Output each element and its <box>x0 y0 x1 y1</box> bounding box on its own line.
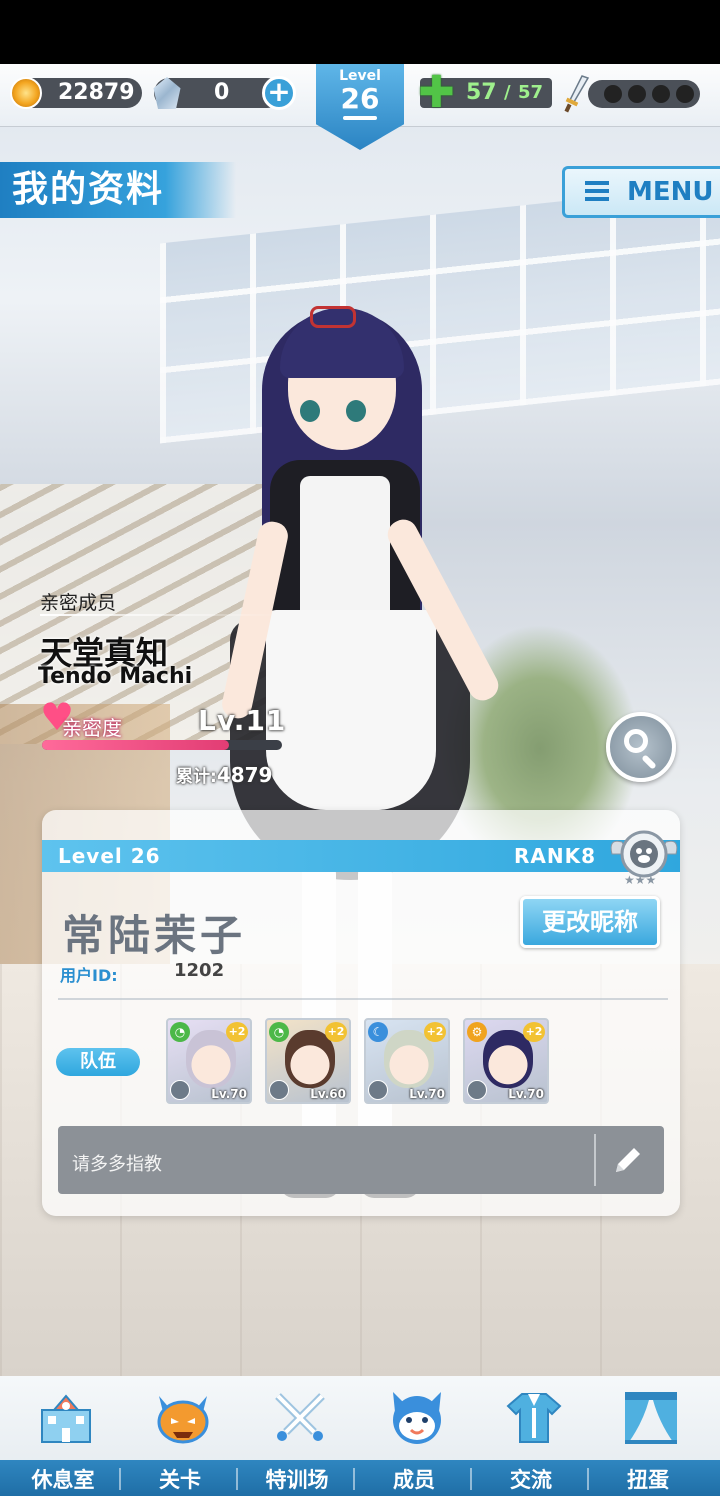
member-level: Lv.60 <box>310 1087 346 1101</box>
action-point-dot <box>628 85 646 103</box>
nav-label: 交流 <box>510 1468 552 1492</box>
user-id-label: 用户ID: <box>60 966 118 985</box>
cat-mascot-icon <box>385 1386 449 1448</box>
nav-item-3[interactable]: 成员 <box>355 1376 473 1496</box>
bonus-badge: +2 <box>226 1022 248 1042</box>
edit-pencil-icon[interactable] <box>608 1140 648 1180</box>
greeting-message: 请多多指教 <box>72 1154 162 1175</box>
uniform-icon <box>502 1386 566 1448</box>
nav-item-2[interactable]: 特训场 <box>238 1376 356 1496</box>
team-label: 队伍 <box>56 1048 140 1076</box>
nav-separator <box>236 1468 238 1490</box>
nav-separator <box>587 1468 589 1490</box>
menu-label: MENU <box>627 177 714 207</box>
coin-value: 22879 <box>58 80 135 105</box>
attribute-icon: ☾ <box>368 1022 388 1042</box>
message-separator <box>594 1134 596 1186</box>
skill-icon <box>368 1080 388 1100</box>
intimacy-total: 累计:4879 <box>176 762 272 787</box>
team-member-card[interactable]: ◔ +2 Lv.60 <box>265 1018 351 1104</box>
level-progress <box>343 116 377 120</box>
nav-item-5[interactable]: 扭蛋 <box>589 1376 707 1496</box>
nav-separator <box>353 1468 355 1490</box>
nav-label: 休息室 <box>31 1468 95 1492</box>
rank-emblem-icon: ★★★ <box>610 830 678 887</box>
member-level: Lv.70 <box>211 1087 247 1101</box>
bonus-badge: +2 <box>325 1022 347 1042</box>
member-level: Lv.70 <box>508 1087 544 1101</box>
hamburger-icon <box>585 181 609 201</box>
nav-separator <box>119 1468 121 1490</box>
gem-value: 0 <box>214 80 230 105</box>
intimacy-label: 亲密度 <box>62 716 122 740</box>
skill-icon <box>467 1080 487 1100</box>
user-id-value: 1202 <box>174 960 225 981</box>
action-point-dots <box>588 80 700 108</box>
nav-label: 特训场 <box>265 1468 329 1492</box>
coin-icon <box>10 77 42 109</box>
action-point-dot <box>676 85 694 103</box>
attribute-icon: ⚙ <box>467 1022 487 1042</box>
total-label: 累计: <box>176 767 217 787</box>
svg-text:★★★: ★★★ <box>624 873 656 887</box>
add-stamina-icon[interactable]: ✚ <box>418 71 455 115</box>
demon-face-icon <box>151 1386 215 1448</box>
intimacy-level: Lv.11 <box>198 704 287 737</box>
curtain-stage-icon <box>619 1386 683 1448</box>
zoom-in-button[interactable] <box>606 712 676 782</box>
rename-button[interactable]: 更改昵称 <box>520 896 660 948</box>
character-romaji: Tendo Machi <box>38 664 193 689</box>
bonus-badge: +2 <box>424 1022 446 1042</box>
add-gems-button[interactable]: + <box>262 76 296 110</box>
character-tag: 亲密成员 <box>40 592 117 614</box>
stamina-max: 57 <box>518 82 544 103</box>
nav-item-1[interactable]: 关卡 <box>121 1376 239 1496</box>
nav-separator <box>470 1468 472 1490</box>
status-bar <box>0 0 720 64</box>
team-member-card[interactable]: ◔ +2 Lv.70 <box>166 1018 252 1104</box>
crossed-swords-icon <box>268 1386 332 1448</box>
nav-item-0[interactable]: 休息室 <box>4 1376 122 1496</box>
team-member-card[interactable]: ☾ +2 Lv.70 <box>364 1018 450 1104</box>
nav-item-4[interactable]: 交流 <box>472 1376 590 1496</box>
page-title: 我的资料 <box>0 162 236 218</box>
attribute-icon: ◔ <box>269 1022 289 1042</box>
nav-label: 关卡 <box>159 1468 201 1492</box>
action-point-dot <box>604 85 622 103</box>
bonus-badge: +2 <box>523 1022 545 1042</box>
action-point-dot <box>652 85 670 103</box>
profile-divider <box>58 998 668 1000</box>
character-tag-divider <box>40 614 280 616</box>
level-value: 26 <box>340 82 380 115</box>
nav-label: 成员 <box>393 1468 435 1492</box>
school-building-icon <box>34 1386 98 1448</box>
total-value: 4879 <box>216 763 273 787</box>
skill-icon <box>170 1080 190 1100</box>
stamina-separator: / <box>504 82 511 103</box>
skill-icon <box>269 1080 289 1100</box>
attribute-icon: ◔ <box>170 1022 190 1042</box>
magnifier-icon <box>624 729 648 753</box>
profile-rank: RANK8 <box>514 844 597 868</box>
nav-label: 扭蛋 <box>627 1468 669 1492</box>
intimacy-progress-bar <box>42 740 282 750</box>
profile-level: Level 26 <box>58 844 161 868</box>
member-level: Lv.70 <box>409 1087 445 1101</box>
username: 常陆茉子 <box>62 911 247 960</box>
team-member-card[interactable]: ⚙ +2 Lv.70 <box>463 1018 549 1104</box>
menu-button[interactable]: MENU <box>562 166 720 218</box>
stamina-current: 57 <box>466 80 497 105</box>
intimacy-progress-fill <box>42 740 230 750</box>
